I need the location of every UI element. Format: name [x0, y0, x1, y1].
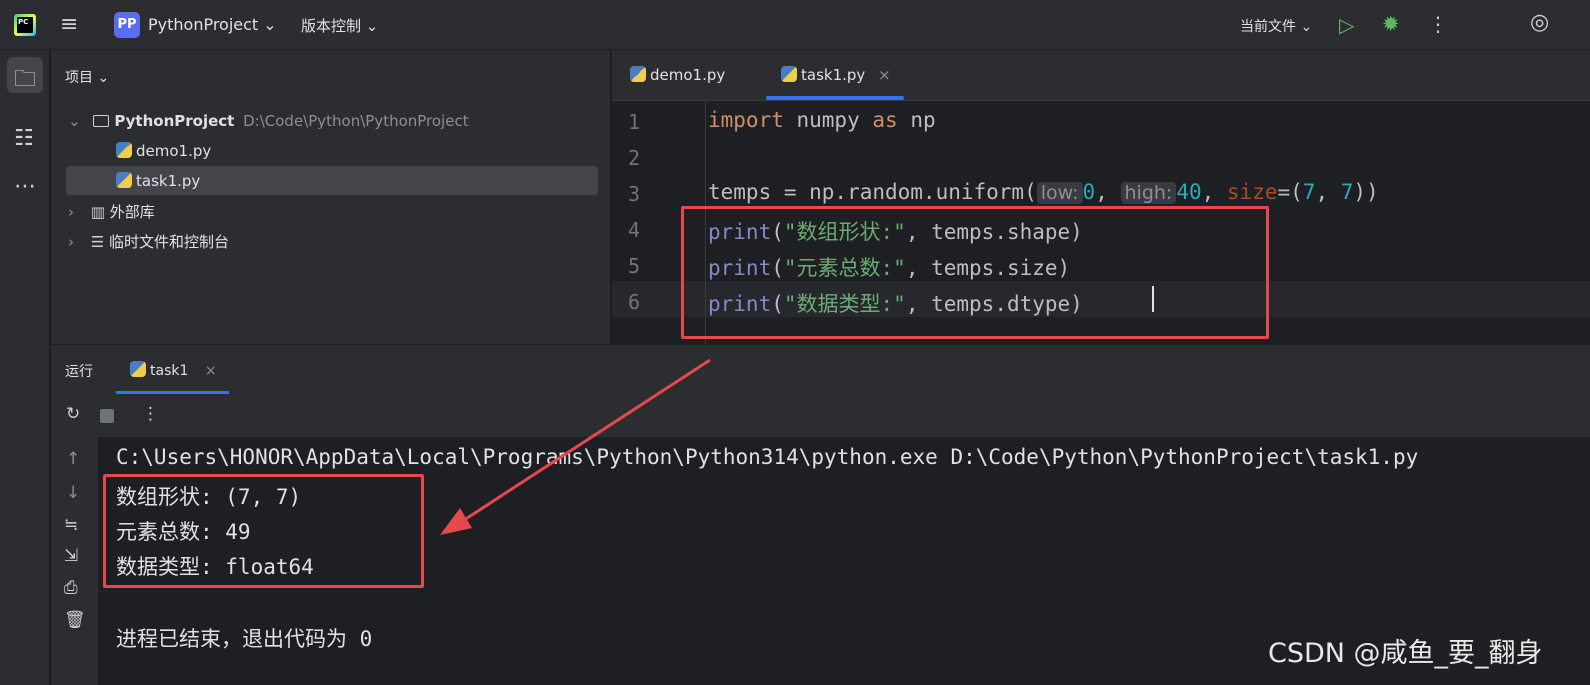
watermark: CSDN @咸鱼_要_翻身 [1268, 638, 1543, 669]
annotation-arrow [440, 358, 711, 535]
